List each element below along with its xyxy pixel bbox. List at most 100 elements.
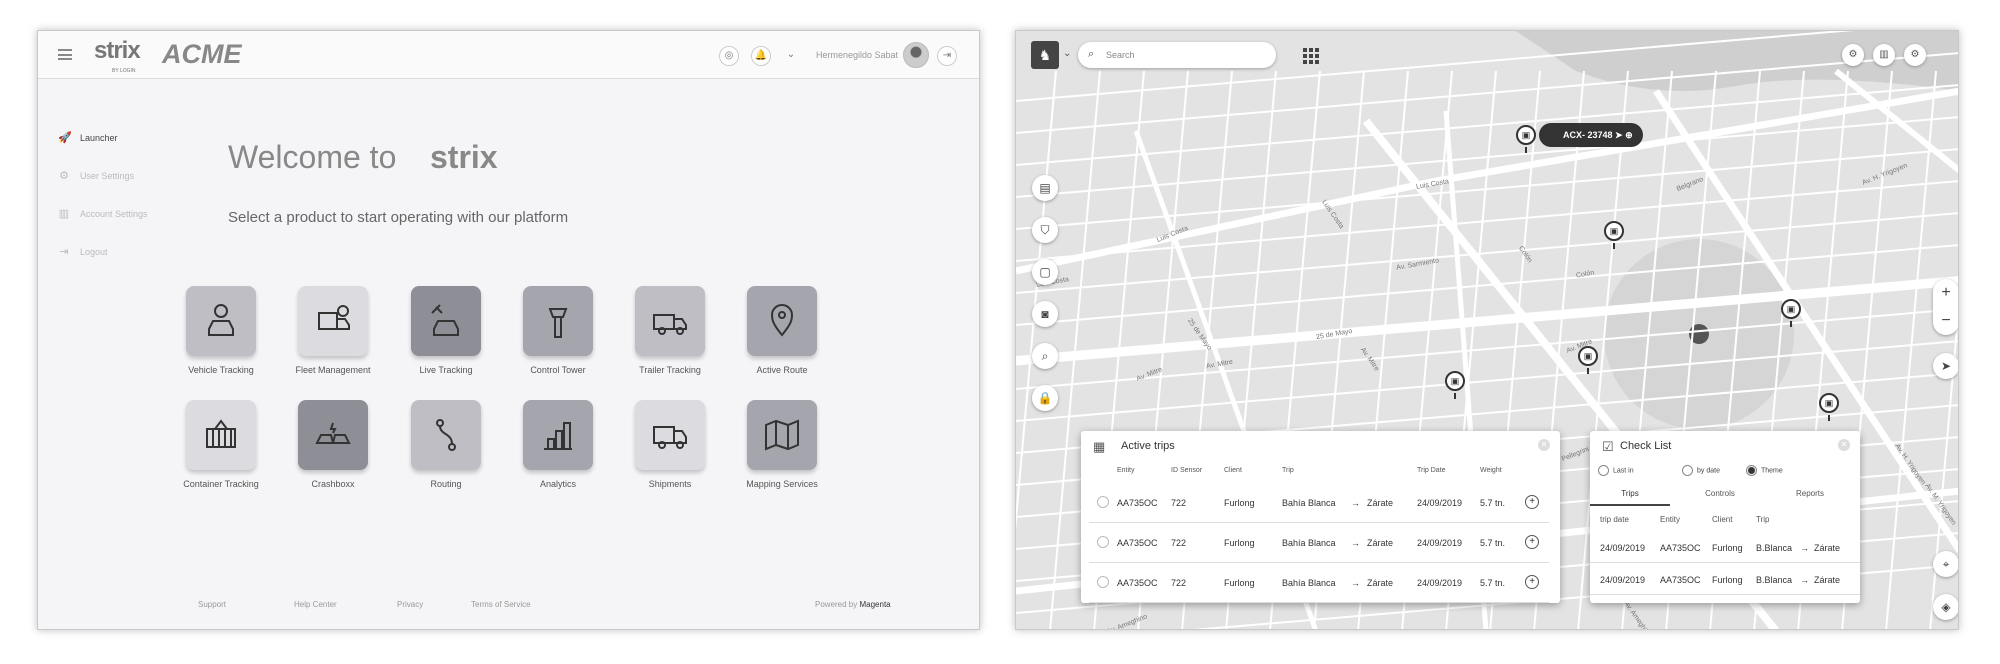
camera-icon[interactable]: ◙ [1032, 301, 1058, 327]
target-icon[interactable] [1097, 536, 1109, 548]
vehicle-label[interactable]: ACX- 23748 ➤ ⊕ [1539, 123, 1643, 147]
welcome-brand: strix [430, 139, 498, 175]
radio-by-date[interactable]: by date [1682, 465, 1720, 476]
table-row[interactable]: AA735OC 722 Furlong Bahía Blanca → Zárate 24/0… [1089, 483, 1549, 523]
cell-client: Furlong [1224, 578, 1255, 588]
product-tile-box[interactable] [523, 286, 593, 356]
sidebar-item-user-settings[interactable]: ⚙ User Settings [58, 169, 134, 182]
product-tile-box[interactable] [635, 400, 705, 470]
cell-to: Zárate [1367, 498, 1394, 508]
product-tile-box[interactable] [747, 286, 817, 356]
add-icon[interactable]: + [1525, 535, 1539, 549]
product-tile-box[interactable] [411, 400, 481, 470]
product-tile-box[interactable] [298, 400, 368, 470]
notifications-bell-icon[interactable]: 🔔 [751, 46, 771, 66]
powered-by-brand[interactable]: Magenta [859, 600, 890, 609]
document-icon[interactable]: ▢ [1032, 259, 1058, 285]
vehicle-marker[interactable]: ▣ [1445, 371, 1465, 399]
product-tile-container-tracking[interactable]: Container Tracking [174, 400, 268, 489]
product-tile-trailer-tracking[interactable]: Trailer Tracking [623, 286, 717, 375]
product-tile-routing[interactable]: Routing [399, 400, 493, 489]
support-icon[interactable]: ◎ [719, 46, 739, 66]
sidebar-item-launcher[interactable]: 🚀 Launcher [58, 131, 118, 144]
product-tile-box[interactable] [411, 286, 481, 356]
product-tile-box[interactable] [186, 286, 256, 356]
sidebar-item-account-settings[interactable]: ▥ Account Settings [58, 207, 148, 220]
top-header: strix BY LOGIN ACME ◎ 🔔 ⌄ Hermenegildo Sa… [38, 31, 979, 79]
tab-trips[interactable]: Trips [1590, 489, 1670, 506]
product-tile-box[interactable] [523, 400, 593, 470]
vehicle-marker[interactable]: ▣ [1819, 393, 1839, 421]
building-icon[interactable]: ▥ [1873, 44, 1895, 66]
radio-label: Theme [1761, 467, 1783, 475]
tab-controls[interactable]: Controls [1680, 489, 1760, 504]
zoom-in-button[interactable]: + [1933, 279, 1958, 307]
table-row[interactable]: AA735OC 722 Furlong Bahía Blanca → Zárate 24/0… [1089, 523, 1549, 563]
vehicles-layer-icon[interactable]: ▤ [1032, 175, 1058, 201]
table-row[interactable]: 24/09/2019 AA735OC Furlong B.Blanca → Zárate [1590, 563, 1860, 595]
avatar[interactable] [903, 42, 929, 68]
product-tile-box[interactable] [635, 286, 705, 356]
add-icon[interactable]: + [1525, 495, 1539, 509]
apps-grid-icon[interactable] [1303, 48, 1319, 64]
vehicle-marker[interactable]: ▣ [1516, 125, 1536, 153]
column-header: Client [1224, 467, 1242, 474]
navigate-arrow-icon[interactable]: ➤ [1933, 353, 1958, 379]
footer-support-link[interactable]: Support [198, 600, 226, 609]
hamburger-menu-icon[interactable] [58, 49, 72, 60]
product-tile-shipments[interactable]: Shipments [623, 400, 717, 489]
locate-me-icon[interactable]: ⌖ [1933, 551, 1958, 577]
rocket-icon: 🚀 [58, 132, 72, 144]
gear-icon[interactable]: ⚙ [1904, 44, 1926, 66]
strix-logo[interactable]: strix BY LOGIN [94, 37, 141, 74]
footer-terms-link[interactable]: Terms of Service [471, 600, 531, 609]
user-settings-icon[interactable]: ⚙ [1842, 44, 1864, 66]
product-tile-mapping-services[interactable]: Mapping Services [735, 400, 829, 489]
product-tile-active-route[interactable]: Active Route [735, 286, 829, 375]
close-icon[interactable]: ✕ [1838, 439, 1850, 451]
table-row[interactable]: 24/09/2019 AA735OC Furlong B.Blanca → Zárate [1590, 531, 1860, 563]
vehicle-marker[interactable]: ▣ [1578, 346, 1598, 374]
shield-icon[interactable]: ⛉ [1032, 217, 1058, 243]
product-tile-box[interactable] [186, 400, 256, 470]
product-tile-box[interactable] [747, 400, 817, 470]
tab-reports[interactable]: Reports [1770, 489, 1850, 504]
target-icon[interactable] [1097, 496, 1109, 508]
target-icon[interactable] [1097, 576, 1109, 588]
radio-last-in[interactable]: Last in [1598, 465, 1634, 476]
table-row[interactable]: AA735OC 722 Furlong Bahía Blanca → Zárate 24/0… [1089, 563, 1549, 603]
vehicle-marker[interactable]: ▣ [1604, 221, 1624, 249]
product-tile-fleet-management[interactable]: Fleet Management [286, 286, 380, 375]
add-icon[interactable]: + [1525, 575, 1539, 589]
column-header: Trip Date [1417, 467, 1446, 474]
product-tile-crashboxx[interactable]: Crashboxx [286, 400, 380, 489]
layers-icon[interactable]: ◈ [1933, 594, 1958, 620]
map-icon [765, 419, 799, 451]
radio-label: Last in [1613, 467, 1634, 475]
product-tile-control-tower[interactable]: Control Tower [511, 286, 605, 375]
cell-weight: 5.7 tn. [1480, 498, 1506, 508]
vehicle-marker[interactable]: ▣ [1781, 299, 1801, 327]
chevron-down-icon[interactable]: ⌄ [781, 46, 801, 66]
product-tile-analytics[interactable]: Analytics [511, 400, 605, 489]
cell-date: 24/09/2019 [1600, 543, 1646, 553]
logout-icon[interactable]: ⇥ [937, 46, 957, 66]
radio-theme[interactable]: Theme [1746, 465, 1783, 476]
lock-icon[interactable]: 🔒 [1032, 385, 1058, 411]
search-input[interactable]: ⌕ Search [1078, 42, 1276, 68]
product-tile-label: Crashboxx [311, 479, 355, 489]
vehicle-id: ACX- 23748 [1563, 130, 1613, 140]
product-tile-label: Control Tower [530, 365, 586, 375]
product-tile-vehicle-tracking[interactable]: Vehicle Tracking [174, 286, 268, 375]
footer-help-link[interactable]: Help Center [294, 600, 337, 609]
sidebar-item-logout[interactable]: ⇥ Logout [58, 245, 107, 258]
close-icon[interactable]: ✕ [1538, 439, 1550, 451]
cell-weight: 5.7 tn. [1480, 578, 1506, 588]
app-logo-button[interactable]: ♞ [1031, 41, 1059, 69]
chevron-down-icon[interactable]: ⌄ [1063, 48, 1071, 59]
zoom-search-icon[interactable]: ⌕ [1032, 343, 1058, 369]
product-tile-box[interactable] [298, 286, 368, 356]
footer-privacy-link[interactable]: Privacy [397, 600, 423, 609]
zoom-out-button[interactable]: − [1933, 307, 1958, 335]
product-tile-live-tracking[interactable]: Live Tracking [399, 286, 493, 375]
